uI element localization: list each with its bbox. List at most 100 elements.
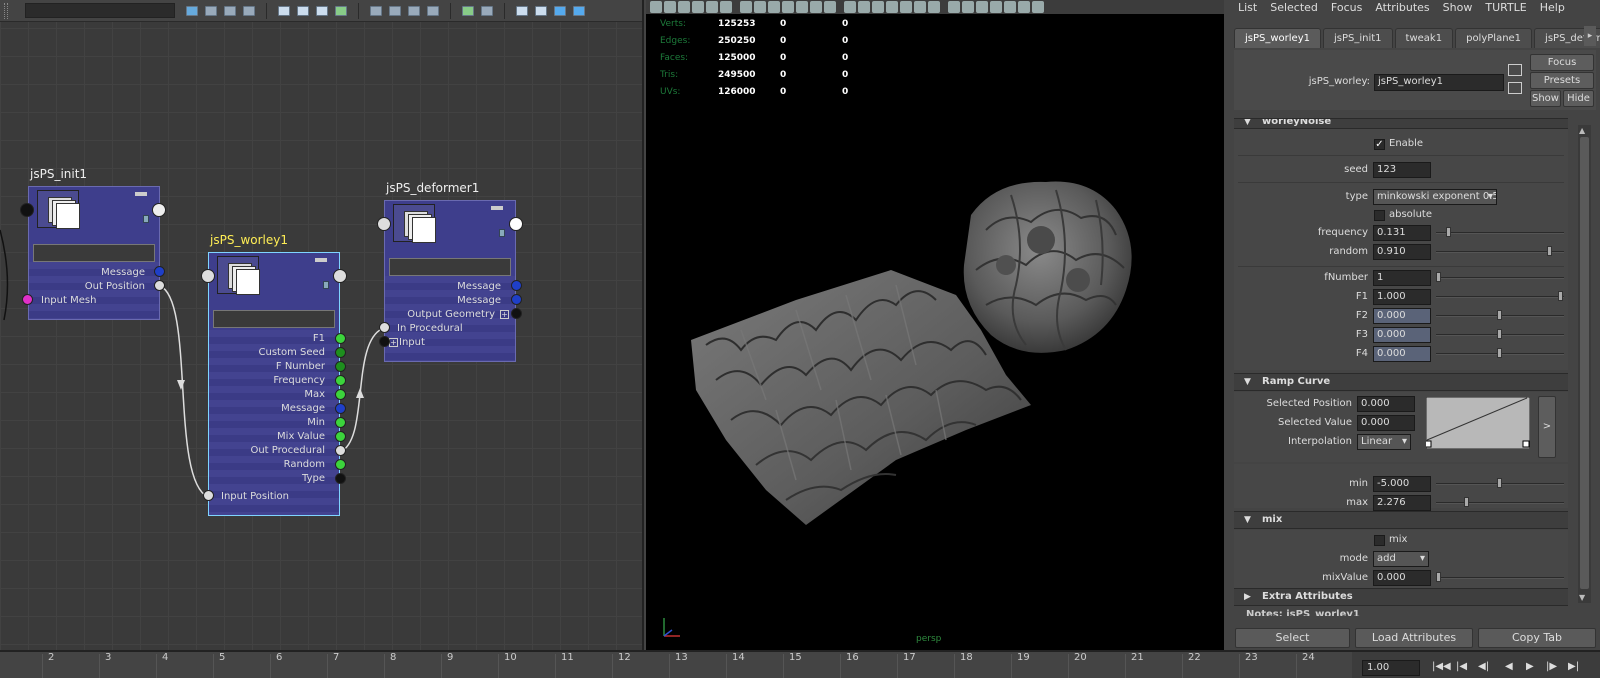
selected-position-field[interactable]: 0.000 xyxy=(1357,396,1415,412)
f3-slider[interactable] xyxy=(1436,329,1564,339)
worley-input-position-port[interactable] xyxy=(203,490,214,501)
copy-tab-button[interactable]: Copy Tab xyxy=(1478,628,1596,648)
worley-mix-value-port[interactable] xyxy=(335,431,346,442)
menu-attributes[interactable]: Attributes xyxy=(1375,1,1429,14)
play-forward-icon[interactable]: ▶ xyxy=(1526,661,1534,672)
fnumber-field[interactable]: 1 xyxy=(1373,270,1431,286)
random-field[interactable]: 0.910 xyxy=(1373,244,1431,260)
worley-max-port[interactable] xyxy=(335,389,346,400)
menu-focus[interactable]: Focus xyxy=(1331,1,1362,14)
slider-handle[interactable] xyxy=(1497,348,1502,358)
tab-scroll-right-icon[interactable]: ▸ xyxy=(1584,26,1596,46)
viewport-scene[interactable] xyxy=(646,0,1224,650)
worley-message-port[interactable] xyxy=(335,403,346,414)
node-name-field[interactable] xyxy=(389,258,511,276)
frequency-slider[interactable] xyxy=(1436,227,1564,237)
node-editor-panel[interactable]: jsPS_init1 Message Out Position Input Me… xyxy=(0,0,644,650)
tab-jsps-init1[interactable]: jsPS_init1 xyxy=(1323,28,1393,48)
f3-field[interactable]: 0.000 xyxy=(1373,327,1431,343)
fnumber-slider[interactable] xyxy=(1436,272,1564,282)
slider-handle[interactable] xyxy=(1497,329,1502,339)
deformer-input-port[interactable] xyxy=(377,217,391,231)
slider-handle[interactable] xyxy=(1436,572,1441,582)
f2-slider[interactable] xyxy=(1436,310,1564,320)
selected-value-field[interactable]: 0.000 xyxy=(1357,415,1415,431)
menu-list[interactable]: List xyxy=(1238,1,1257,14)
worley-input-port[interactable] xyxy=(201,269,215,283)
slider-handle[interactable] xyxy=(1547,246,1552,256)
min-field[interactable]: -5.000 xyxy=(1373,476,1431,492)
f4-slider[interactable] xyxy=(1436,348,1564,358)
scroll-down-icon[interactable]: ▼ xyxy=(1579,593,1585,602)
expand-plus-icon[interactable]: + xyxy=(500,310,509,319)
menu-selected[interactable]: Selected xyxy=(1270,1,1318,14)
tab-tweak1[interactable]: tweak1 xyxy=(1394,28,1454,48)
node-name-field[interactable] xyxy=(213,310,335,328)
menu-help[interactable]: Help xyxy=(1540,1,1565,14)
step-back-key-icon[interactable]: |◀ xyxy=(1456,661,1467,672)
max-slider[interactable] xyxy=(1436,497,1564,507)
load-attributes-button[interactable]: Load Attributes xyxy=(1355,628,1473,648)
slider-handle[interactable] xyxy=(1558,291,1563,301)
expand-plus-icon[interactable]: + xyxy=(389,338,398,347)
section-header-worleynoise[interactable]: ▼ worleyNoise xyxy=(1234,118,1568,129)
slider-handle[interactable] xyxy=(1464,497,1469,507)
slider-handle[interactable] xyxy=(1446,227,1451,237)
deformer-message-port[interactable] xyxy=(511,280,522,291)
f4-field[interactable]: 0.000 xyxy=(1373,346,1431,362)
worley-random-port[interactable] xyxy=(335,459,346,470)
section-header-extra-attributes[interactable]: ▶ Extra Attributes xyxy=(1234,588,1568,606)
f1-field[interactable]: 1.000 xyxy=(1373,289,1431,305)
init-message-port[interactable] xyxy=(154,266,165,277)
focus-button[interactable]: Focus xyxy=(1530,54,1594,71)
timeline-ticks[interactable]: 2 3 4 5 6 7 8 9 10 11 12 13 14 15 16 17 18 19 20 21 22 23 24 xyxy=(0,652,1352,678)
ramp-expand-button[interactable]: > xyxy=(1538,396,1556,458)
hide-button[interactable]: Hide xyxy=(1563,90,1594,107)
deformer-output-geometry-port[interactable] xyxy=(511,308,522,319)
section-header-mix[interactable]: ▼ mix xyxy=(1234,511,1568,529)
worley-type-port[interactable] xyxy=(335,473,346,484)
deformer-output-port[interactable] xyxy=(509,217,523,231)
go-to-start-icon[interactable]: |◀◀ xyxy=(1432,661,1451,672)
worley-frequency-port[interactable] xyxy=(335,375,346,386)
init-input-mesh-port[interactable] xyxy=(22,294,33,305)
input-connection-icon[interactable] xyxy=(1508,64,1522,76)
3d-viewport[interactable]: Verts: 125253 0 0 Edges: 250250 0 0 Faces: 1250… xyxy=(646,0,1224,650)
init-out-position-port[interactable] xyxy=(154,280,165,291)
attribute-editor-scrollbar[interactable]: ▲ ▼ xyxy=(1578,125,1591,603)
interpolation-dropdown[interactable]: Linear ▾ xyxy=(1357,434,1411,450)
worley-min-port[interactable] xyxy=(335,417,346,428)
node-deformer[interactable]: Message Message Output Geometry In Proce… xyxy=(384,200,516,362)
node-name-field[interactable]: jsPS_worley1 xyxy=(1374,74,1504,91)
type-dropdown[interactable]: minkowski exponent 0.5 ▾ xyxy=(1373,189,1497,205)
tab-polyplane1[interactable]: polyPlane1 xyxy=(1455,28,1533,48)
step-forward-frame-icon[interactable]: |▶ xyxy=(1546,661,1557,672)
step-forward-key-icon[interactable]: ▶| xyxy=(1568,661,1579,672)
scroll-up-icon[interactable]: ▲ xyxy=(1579,126,1585,135)
deformer-input-port-2[interactable] xyxy=(379,336,390,347)
tab-jsps-worley1[interactable]: jsPS_worley1 xyxy=(1234,28,1321,48)
absolute-checkbox[interactable] xyxy=(1374,210,1385,221)
menu-turtle[interactable]: TURTLE xyxy=(1485,1,1526,14)
output-connection-icon[interactable] xyxy=(1508,82,1522,94)
node-pin-icon[interactable] xyxy=(135,192,147,196)
enable-checkbox[interactable]: ✓ xyxy=(1374,139,1385,150)
presets-button[interactable]: Presets xyxy=(1530,72,1594,89)
menu-show[interactable]: Show xyxy=(1443,1,1473,14)
node-init[interactable]: Message Out Position Input Mesh xyxy=(28,186,160,320)
deformer-message-port-2[interactable] xyxy=(511,294,522,305)
play-backward-icon[interactable]: ◀ xyxy=(1505,661,1513,672)
slider-handle[interactable] xyxy=(1436,272,1441,282)
ramp-key-start[interactable] xyxy=(1426,440,1432,448)
show-button[interactable]: Show xyxy=(1530,90,1561,107)
seed-field[interactable]: 123 xyxy=(1373,162,1431,178)
worley-custom-seed-port[interactable] xyxy=(335,347,346,358)
slider-handle[interactable] xyxy=(1497,310,1502,320)
mixvalue-field[interactable]: 0.000 xyxy=(1373,570,1431,586)
max-field[interactable]: 2.276 xyxy=(1373,495,1431,511)
node-worley[interactable]: F1 Custom Seed F Number Frequency Max Me… xyxy=(208,252,340,516)
step-back-frame-icon[interactable]: ◀| xyxy=(1478,661,1489,672)
f2-field[interactable]: 0.000 xyxy=(1373,308,1431,324)
time-slider[interactable]: 2 3 4 5 6 7 8 9 10 11 12 13 14 15 16 17 18 19 20 21 22 23 24 1… xyxy=(0,650,1600,678)
ramp-key-end[interactable] xyxy=(1522,440,1530,448)
